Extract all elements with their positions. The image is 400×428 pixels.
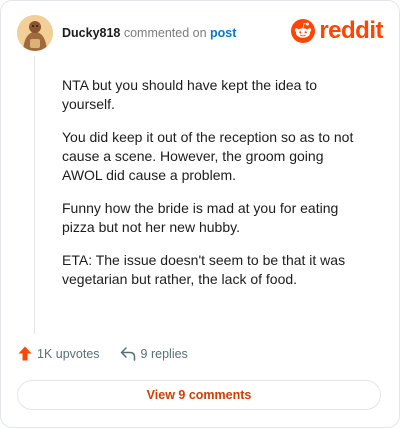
replies-count: 9 replies xyxy=(140,346,188,361)
reply-arrow-icon xyxy=(120,346,135,361)
thread-line[interactable] xyxy=(34,56,35,334)
view-comments-button[interactable]: View 9 comments xyxy=(17,380,381,410)
comment-body: NTA but you should have kept the idea to… xyxy=(62,76,362,303)
comment-paragraph: You did keep it out of the reception so … xyxy=(62,129,354,183)
comment-paragraph: ETA: The issue doesn't seem to be that i… xyxy=(62,252,346,287)
username-link[interactable]: Ducky818 xyxy=(62,26,120,40)
upvote-button[interactable]: 1K upvotes xyxy=(18,346,100,361)
comment-actions: 1K upvotes 9 replies xyxy=(18,346,188,361)
upvotes-count: 1K upvotes xyxy=(37,346,100,361)
comment-paragraph: NTA but you should have kept the idea to… xyxy=(62,77,318,112)
reddit-logo[interactable]: reddit xyxy=(291,19,383,43)
comment-header: Ducky818 commented on post xyxy=(62,26,236,40)
user-avatar[interactable] xyxy=(17,15,53,51)
reddit-snoo-icon xyxy=(291,19,316,43)
comment-card: Ducky818 commented on post reddit NTA bu… xyxy=(0,0,400,428)
upvote-arrow-icon xyxy=(18,346,32,361)
comment-paragraph: Funny how the bride is mad at you for ea… xyxy=(62,200,339,235)
duck-avatar-icon xyxy=(17,15,53,51)
reddit-wordmark: reddit xyxy=(319,17,383,44)
post-link[interactable]: post xyxy=(210,26,236,40)
commented-on-text: commented on xyxy=(123,26,207,40)
replies-button[interactable]: 9 replies xyxy=(120,347,188,361)
